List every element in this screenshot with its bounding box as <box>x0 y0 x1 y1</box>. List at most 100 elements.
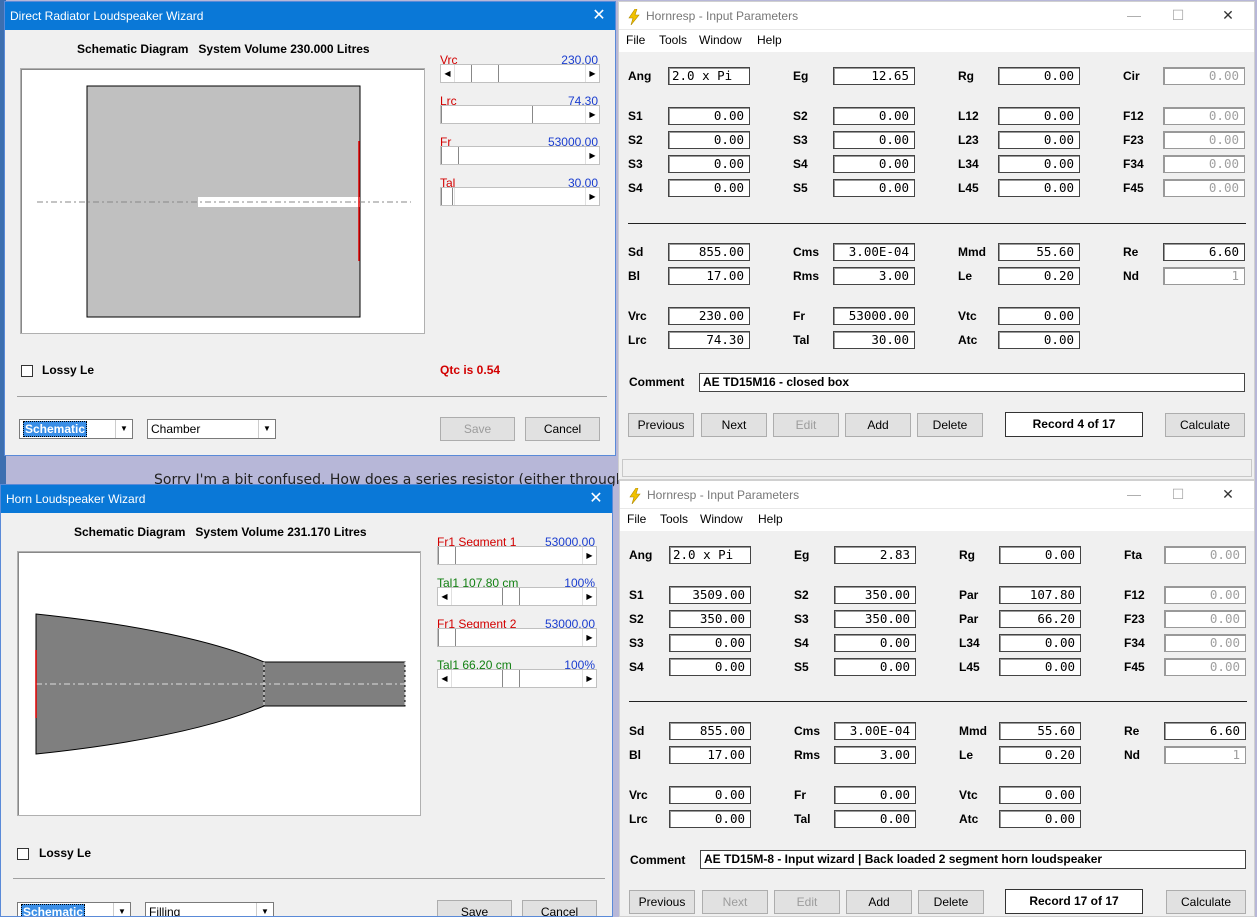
param-field[interactable]: 0.00 <box>669 810 751 828</box>
hornresp-titlebar[interactable]: Hornresp - Input Parameters — ☐ ✕ <box>619 2 1254 30</box>
calculate-button[interactable]: Calculate <box>1166 890 1246 914</box>
edit-button[interactable]: Edit <box>774 890 840 914</box>
close-icon[interactable]: ✕ <box>583 2 615 30</box>
param-field[interactable]: 0.00 <box>999 786 1081 804</box>
param-field[interactable]: 6.60 <box>1164 722 1246 740</box>
param-field[interactable]: 855.00 <box>669 722 751 740</box>
slider-track[interactable]: ◀▶ <box>440 105 600 124</box>
horn-wizard-titlebar[interactable]: Horn Loudspeaker Wizard ✕ <box>1 485 612 513</box>
param-field[interactable]: 3509.00 <box>669 586 751 604</box>
param-field[interactable]: 74.30 <box>668 331 750 349</box>
slider-track[interactable]: ◀▶ <box>437 628 597 647</box>
arrow-right-icon[interactable]: ▶ <box>585 106 599 123</box>
comment-field[interactable]: AE TD15M16 - closed box <box>699 373 1245 392</box>
param-field[interactable]: 2.83 <box>834 546 916 564</box>
close-icon[interactable]: ✕ <box>580 485 612 513</box>
param-field[interactable]: 0.00 <box>1163 67 1245 85</box>
param-field[interactable]: 0.00 <box>998 179 1080 197</box>
param-field[interactable]: 2.0 x Pi <box>669 546 751 564</box>
arrow-right-icon[interactable]: ▶ <box>582 629 596 646</box>
param-field[interactable]: 0.00 <box>998 307 1080 325</box>
param-field[interactable]: 17.00 <box>668 267 750 285</box>
param-field[interactable]: 0.00 <box>669 658 751 676</box>
param-field[interactable]: 0.00 <box>833 131 915 149</box>
slider-thumb[interactable] <box>441 147 459 164</box>
mode-select[interactable]: Filling ▼ <box>145 902 274 916</box>
param-field[interactable]: 0.00 <box>1164 586 1246 604</box>
slider-track[interactable]: ◀▶ <box>437 546 597 565</box>
param-field[interactable]: 0.00 <box>998 131 1080 149</box>
slider-thumb[interactable] <box>502 670 520 687</box>
slider-thumb[interactable] <box>471 65 499 82</box>
param-field[interactable]: 0.00 <box>1163 179 1245 197</box>
param-field[interactable]: 0.00 <box>834 810 916 828</box>
param-field[interactable]: 0.00 <box>669 634 751 652</box>
param-field[interactable]: 53000.00 <box>833 307 915 325</box>
param-field[interactable]: 0.00 <box>1163 155 1245 173</box>
param-field[interactable]: 107.80 <box>999 586 1081 604</box>
param-field[interactable]: 0.00 <box>668 179 750 197</box>
param-field[interactable]: 0.00 <box>1164 634 1246 652</box>
menu-window[interactable]: Window <box>700 512 743 526</box>
menu-file[interactable]: File <box>627 512 646 526</box>
previous-button[interactable]: Previous <box>628 413 694 437</box>
param-field[interactable]: 0.00 <box>1164 658 1246 676</box>
arrow-right-icon[interactable]: ▶ <box>585 188 599 205</box>
maximize-icon[interactable]: ☐ <box>1158 481 1198 509</box>
param-field[interactable]: 6.60 <box>1163 243 1245 261</box>
param-field[interactable]: 0.20 <box>998 267 1080 285</box>
comment-field[interactable]: AE TD15M-8 - Input wizard | Back loaded … <box>700 850 1246 869</box>
save-button[interactable]: Save <box>437 900 512 916</box>
menu-file[interactable]: File <box>626 33 645 47</box>
param-field[interactable]: 350.00 <box>669 610 751 628</box>
param-field[interactable]: 0.00 <box>999 634 1081 652</box>
param-field[interactable]: 0.00 <box>668 107 750 125</box>
cancel-button[interactable]: Cancel <box>522 900 597 916</box>
hornresp-titlebar[interactable]: Hornresp - Input Parameters — ☐ ✕ <box>620 481 1254 509</box>
param-field[interactable]: 55.60 <box>999 722 1081 740</box>
arrow-right-icon[interactable]: ▶ <box>585 147 599 164</box>
param-field[interactable]: 0.00 <box>668 131 750 149</box>
direct-wizard-titlebar[interactable]: Direct Radiator Loudspeaker Wizard ✕ <box>5 2 615 30</box>
arrow-left-icon[interactable]: ◀ <box>441 65 455 82</box>
arrow-right-icon[interactable]: ▶ <box>585 65 599 82</box>
menu-window[interactable]: Window <box>699 33 742 47</box>
lossy-le-checkbox[interactable] <box>21 365 33 377</box>
delete-button[interactable]: Delete <box>918 890 984 914</box>
param-field[interactable]: 3.00E-04 <box>833 243 915 261</box>
slider-track[interactable]: ◀▶ <box>440 64 600 83</box>
param-field[interactable]: 30.00 <box>833 331 915 349</box>
slider-track[interactable]: ◀▶ <box>437 587 597 606</box>
menu-help[interactable]: Help <box>758 512 783 526</box>
menu-tools[interactable]: Tools <box>660 512 688 526</box>
param-field[interactable]: 0.00 <box>1164 546 1246 564</box>
close-icon[interactable]: ✕ <box>1208 2 1248 30</box>
param-field[interactable]: 0.00 <box>833 155 915 173</box>
param-field[interactable]: 0.00 <box>1164 610 1246 628</box>
param-field[interactable]: 230.00 <box>668 307 750 325</box>
lossy-le-checkbox[interactable] <box>17 848 29 860</box>
arrow-right-icon[interactable]: ▶ <box>582 670 596 687</box>
slider-thumb[interactable] <box>502 588 520 605</box>
param-field[interactable]: 0.00 <box>1163 131 1245 149</box>
add-button[interactable]: Add <box>846 890 912 914</box>
param-field[interactable]: 350.00 <box>834 586 916 604</box>
slider-thumb[interactable] <box>441 188 453 205</box>
previous-button[interactable]: Previous <box>629 890 695 914</box>
view-select[interactable]: Schematic ▼ <box>19 419 133 439</box>
param-field[interactable]: 1 <box>1163 267 1245 285</box>
cancel-button[interactable]: Cancel <box>525 417 600 441</box>
menu-help[interactable]: Help <box>757 33 782 47</box>
param-field[interactable]: 0.00 <box>998 67 1080 85</box>
next-button[interactable]: Next <box>701 413 767 437</box>
param-field[interactable]: 17.00 <box>669 746 751 764</box>
slider-thumb[interactable] <box>438 547 456 564</box>
minimize-icon[interactable]: — <box>1114 481 1154 509</box>
param-field[interactable]: 350.00 <box>834 610 916 628</box>
param-field[interactable]: 0.20 <box>999 746 1081 764</box>
param-field[interactable]: 0.00 <box>834 634 916 652</box>
param-field[interactable]: 0.00 <box>834 658 916 676</box>
edit-button[interactable]: Edit <box>773 413 839 437</box>
arrow-right-icon[interactable]: ▶ <box>582 547 596 564</box>
param-field[interactable]: 0.00 <box>833 179 915 197</box>
